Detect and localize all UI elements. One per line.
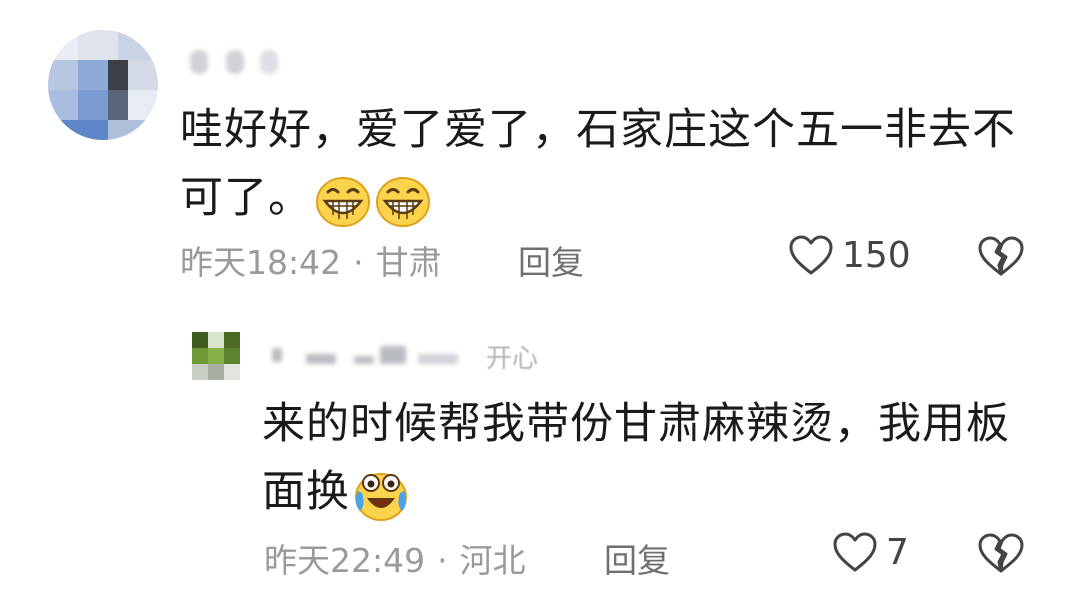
broken-heart-icon <box>976 533 1026 579</box>
like-count: 7 <box>886 531 909 573</box>
like-count: 150 <box>842 234 911 276</box>
reply-avatar[interactable] <box>192 332 240 380</box>
timestamp: 昨天18:42 <box>180 243 342 282</box>
heart-icon <box>788 234 834 276</box>
dislike-button[interactable] <box>976 234 1026 282</box>
separator-dot: · <box>353 243 364 282</box>
grinning-face-icon <box>374 173 432 229</box>
reply-text: 来的时候帮我带份甘肃麻辣烫，我用板面换 <box>262 390 1042 526</box>
comment-meta: 昨天18:42 · 甘肃 <box>180 236 442 284</box>
location: 河北 <box>459 541 526 580</box>
grinning-face-icon <box>314 173 372 229</box>
dislike-button[interactable] <box>976 531 1026 579</box>
reply-button[interactable]: 回复 <box>604 534 670 582</box>
heart-icon <box>832 531 878 573</box>
location: 甘肃 <box>375 243 442 282</box>
username-fragment: 开心 <box>486 344 539 374</box>
timestamp: 昨天22:49 <box>264 541 426 580</box>
like-button[interactable]: 7 <box>832 531 909 573</box>
reply-button[interactable]: 回复 <box>518 236 584 284</box>
username-redacted[interactable] <box>184 46 294 76</box>
reply-meta: 昨天22:49 · 河北 <box>264 534 526 582</box>
reply-username-redacted[interactable]: 开心 <box>268 338 578 374</box>
tears-of-joy-face-icon <box>352 467 410 523</box>
separator-dot: · <box>437 541 448 580</box>
like-button[interactable]: 150 <box>788 234 911 276</box>
comment-text: 哇好好，爱了爱了，石家庄这个五一非去不可了。 <box>180 96 1030 232</box>
avatar[interactable] <box>48 30 158 140</box>
broken-heart-icon <box>976 236 1026 282</box>
